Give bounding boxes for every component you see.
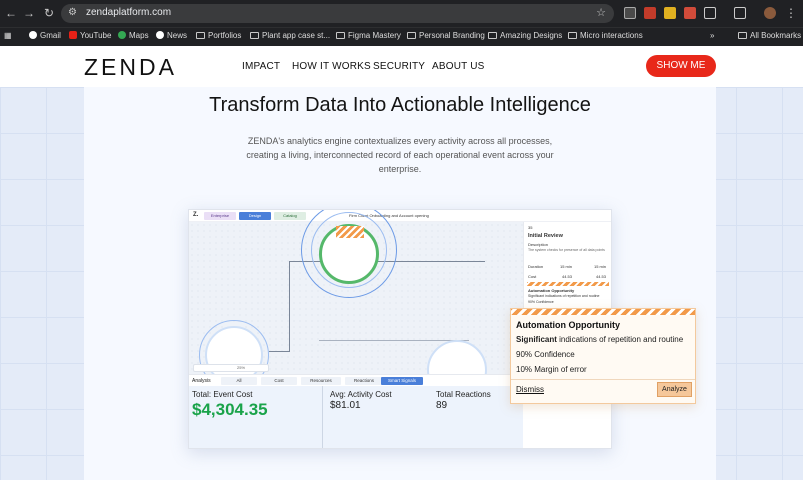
bookmark-portfolios[interactable]: Portfolios xyxy=(196,31,241,40)
warning-stripe xyxy=(511,309,695,315)
profile-avatar[interactable] xyxy=(764,7,776,19)
reload-icon[interactable]: ↻ xyxy=(42,6,56,20)
process-canvas: 25% xyxy=(189,210,523,400)
panel-opportunity-text: Significant indications of repetition an… xyxy=(528,294,600,298)
dismiss-button[interactable]: Dismiss xyxy=(516,385,544,394)
avg-activity-cost-label: Avg: Activity Cost xyxy=(330,390,392,399)
popup-margin: 10% Margin of error xyxy=(516,365,587,374)
mock-topbar: Z. Enterprise Design Catalog Firm Client… xyxy=(189,210,611,222)
panel-opportunity-stripe xyxy=(527,282,609,286)
panel-id: 35 xyxy=(528,225,533,230)
popup-title: Automation Opportunity xyxy=(516,320,620,330)
maps-icon xyxy=(118,31,126,39)
bookmark-figma[interactable]: Figma Mastery xyxy=(336,31,401,40)
total-event-cost-label: Total: Event Cost xyxy=(192,390,253,399)
bookmark-news[interactable]: News xyxy=(156,31,187,40)
tab-reactions[interactable]: Reactions xyxy=(345,377,383,385)
bookmark-micro-interactions[interactable]: Micro interactions xyxy=(568,31,643,40)
extension-icon[interactable] xyxy=(624,7,636,19)
nav-about-us[interactable]: ABOUT US xyxy=(432,61,485,72)
automation-opportunity-card: Automation Opportunity Significant indic… xyxy=(510,308,696,404)
bookmark-star-icon[interactable]: ☆ xyxy=(596,6,606,19)
tab-all[interactable]: All xyxy=(221,377,257,385)
apps-grid-icon[interactable]: ▦ xyxy=(4,31,12,40)
site-info-icon[interactable]: ⚙ xyxy=(68,7,77,18)
folder-icon xyxy=(196,32,205,39)
news-icon xyxy=(156,31,164,39)
show-me-button[interactable]: SHOW ME xyxy=(646,55,716,77)
extension-icon[interactable] xyxy=(644,7,656,19)
panel-opportunity: Automation Opportunity xyxy=(528,288,575,293)
popup-significance: Significant indications of repetition an… xyxy=(516,335,684,344)
bookmark-maps[interactable]: Maps xyxy=(118,31,149,40)
browser-toolbar: ← → ↻ ⚙ zendaplatform.com ☆ ⋮ xyxy=(0,0,803,27)
menu-kebab-icon[interactable]: ⋮ xyxy=(784,6,798,20)
panel-cost-label: Cost xyxy=(528,274,537,279)
total-event-cost-value: $4,304.35 xyxy=(192,400,268,419)
url-text: zendaplatform.com xyxy=(86,7,172,18)
gmail-icon xyxy=(29,31,37,39)
bookmarks-bar: ▦ Gmail YouTube Maps News Portfolios Pla… xyxy=(0,27,803,46)
tab-resources[interactable]: Resources xyxy=(301,377,341,385)
folder-icon xyxy=(336,32,345,39)
tab-smart-signals[interactable]: Smart Signals xyxy=(381,377,423,385)
bookmark-personal-branding[interactable]: Personal Branding xyxy=(407,31,485,40)
tab-cost[interactable]: Cost xyxy=(261,377,297,385)
total-reactions-value: 89 xyxy=(436,400,448,411)
nav-how-it-works[interactable]: HOW IT WORKS xyxy=(292,61,371,72)
panel-duration-label: Duration xyxy=(528,264,544,269)
analysis-tabs: Analysis All Cost Resources Reactions Sm… xyxy=(189,374,523,386)
mock-tab-catalog: Catalog xyxy=(274,212,306,220)
panel-confidence: 90% Confidence xyxy=(528,300,554,304)
panel-heading: Initial Review xyxy=(528,233,563,239)
bookmarks-overflow[interactable]: » xyxy=(710,31,714,40)
panel-duration-a: 15 min xyxy=(560,264,573,269)
hero-subtitle: ZENDA's analytics engine contextualizes … xyxy=(246,136,554,174)
folder-icon xyxy=(738,32,747,39)
panel-description: The system checks for presence of all da… xyxy=(528,248,605,252)
stats-panel: Total: Event Cost $4,304.35 Avg: Activit… xyxy=(189,386,523,448)
address-bar[interactable]: ⚙ zendaplatform.com ☆ xyxy=(61,4,614,23)
folder-icon xyxy=(250,32,259,39)
connector-line xyxy=(269,351,290,352)
panel-cost-b: 44.53 xyxy=(596,274,607,279)
extensions-puzzle-icon[interactable] xyxy=(704,7,716,19)
all-bookmarks[interactable]: All Bookmarks xyxy=(738,31,801,40)
connector-line xyxy=(289,261,290,351)
zoom-level[interactable]: 25% xyxy=(237,365,245,370)
bookmark-youtube[interactable]: YouTube xyxy=(69,31,111,40)
forward-icon[interactable]: → xyxy=(22,6,36,20)
zenda-logo[interactable]: ZENDA xyxy=(84,54,177,81)
folder-icon xyxy=(568,32,577,39)
nav-impact[interactable]: IMPACT xyxy=(242,61,280,72)
back-icon[interactable]: ← xyxy=(4,6,18,20)
folder-icon xyxy=(488,32,497,39)
panel-cost-a: 44.53 xyxy=(562,274,573,279)
mock-tab-enterprise: Enterprise xyxy=(204,212,236,220)
folder-icon xyxy=(407,32,416,39)
opportunity-stripe xyxy=(336,226,364,238)
canvas-toolbar[interactable]: 25% xyxy=(193,364,269,372)
mock-tab-design: Design xyxy=(239,212,271,220)
nav-security[interactable]: SECURITY xyxy=(373,61,425,72)
site-header: ZENDA IMPACT HOW IT WORKS SECURITY ABOUT… xyxy=(0,46,803,87)
bookmark-plant-app[interactable]: Plant app case st... xyxy=(250,31,330,40)
mock-logo: Z. xyxy=(193,212,199,218)
bookmark-gmail[interactable]: Gmail xyxy=(29,31,61,40)
panel-description-label: Description xyxy=(528,242,549,247)
avg-activity-cost-value: $81.01 xyxy=(330,400,361,411)
analyze-button[interactable]: Analyze xyxy=(657,382,692,397)
extension-icon[interactable] xyxy=(684,7,696,19)
youtube-icon xyxy=(69,31,77,39)
extension-icon[interactable] xyxy=(664,7,676,19)
analysis-label: Analysis xyxy=(192,378,211,384)
bookmark-amazing-designs[interactable]: Amazing Designs xyxy=(488,31,562,40)
hero-title: Transform Data Into Actionable Intellige… xyxy=(209,94,591,116)
tab-search-icon[interactable] xyxy=(734,7,746,19)
total-reactions-label: Total Reactions xyxy=(436,390,491,399)
popup-confidence: 90% Confidence xyxy=(516,350,575,359)
panel-duration-b: 15 min xyxy=(594,264,607,269)
